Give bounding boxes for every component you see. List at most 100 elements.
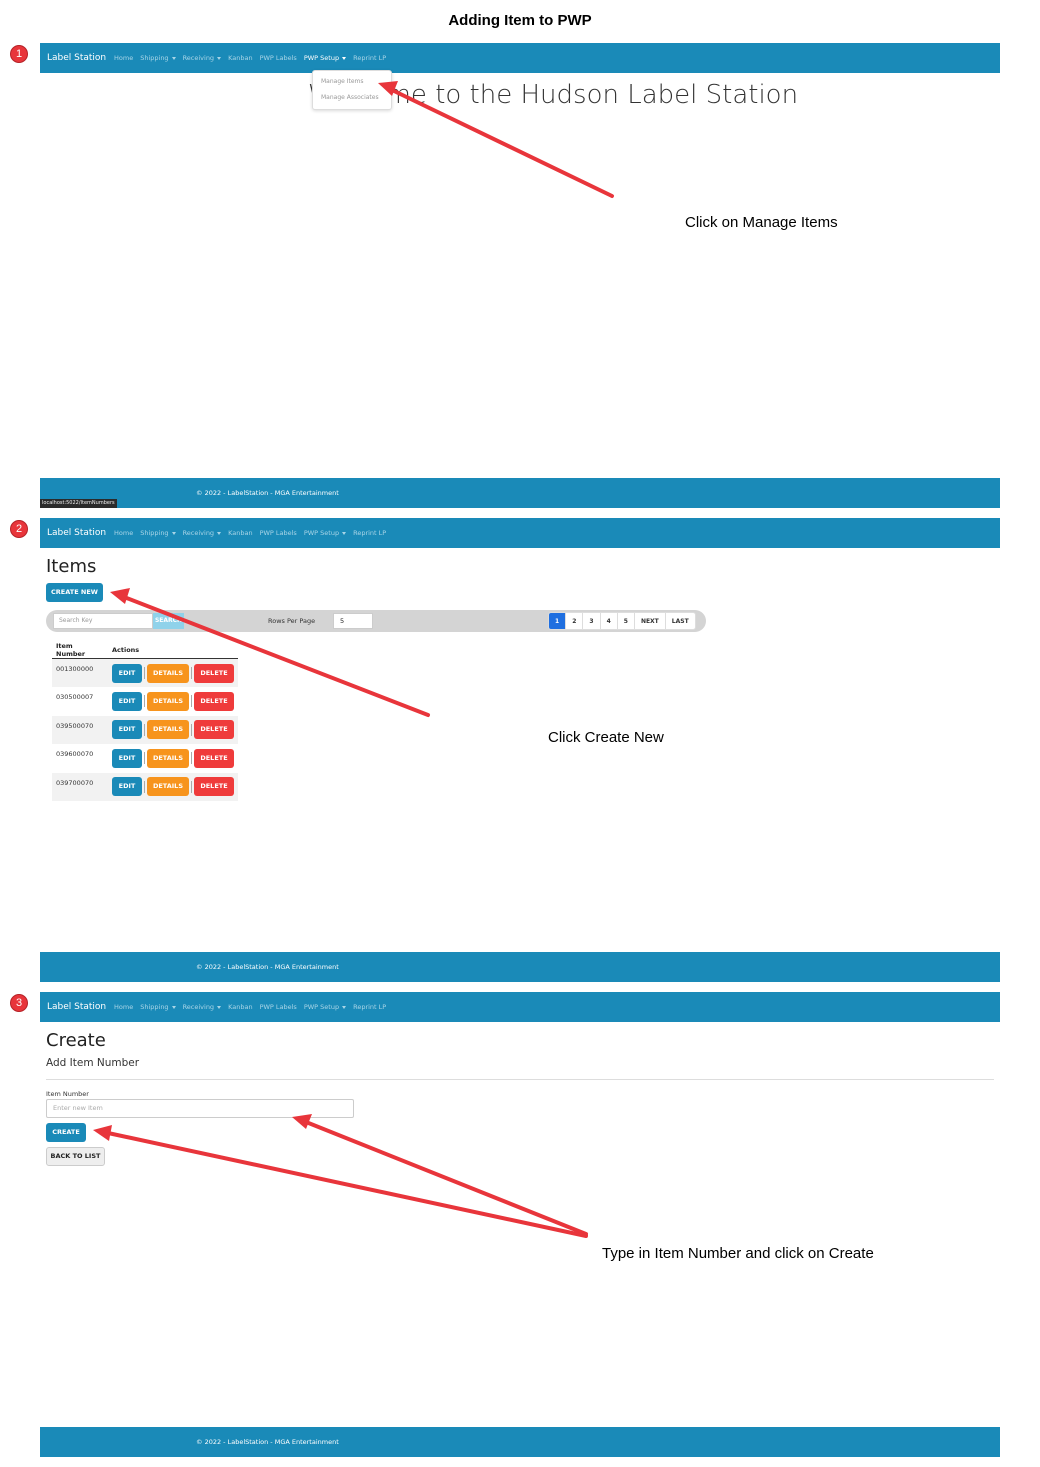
navbar: Label Station Home Shipping Receiving Ka… [40,518,1000,548]
nav-shipping[interactable]: Shipping [140,518,176,548]
page-1-button[interactable]: 1 [549,613,567,629]
footer: © 2022 - LabelStation - MGA Entertainmen… [40,478,1000,508]
brand-link[interactable]: Label Station [47,518,106,548]
page-3-button[interactable]: 3 [583,613,601,629]
nav-shipping[interactable]: Shipping [140,992,176,1022]
pagination: 1 2 3 4 5 NEXT LAST [548,612,696,630]
nav-menu: Home Shipping Receiving Kanban PWP Label… [114,992,386,1022]
item-number-cell: 030500007 [56,693,94,701]
action-separator [191,695,192,708]
page-subtitle: Add Item Number [46,1057,140,1069]
action-separator [191,723,192,736]
delete-button[interactable]: DELETE [194,748,234,768]
nav-home[interactable]: Home [114,518,133,548]
item-number-input[interactable]: Enter new Item [46,1099,354,1118]
page-2-button[interactable]: 2 [566,613,584,629]
search-button[interactable]: SEARCH [153,613,184,629]
table-row: 001300000 EDIT DETAILS DELETE [52,658,238,687]
edit-button[interactable]: EDIT [112,748,142,768]
step-3-badge: 3 [10,994,28,1012]
nav-pwp-labels[interactable]: PWP Labels [260,518,297,548]
search-toolbar: Search Key SEARCH Rows Per Page 5 1 2 3 … [46,610,706,632]
navbar: Label Station Home Shipping Receiving Ka… [40,43,1000,73]
action-separator [144,752,145,765]
last-page-button[interactable]: LAST [666,613,695,629]
nav-pwp-labels[interactable]: PWP Labels [260,992,297,1022]
step-2-annotation: Click Create New [548,729,664,746]
edit-button[interactable]: EDIT [112,663,142,683]
caret-down-icon [217,531,222,535]
page-title: Items [46,556,97,577]
action-separator [144,780,145,793]
details-button[interactable]: DETAILS [147,748,189,768]
details-button[interactable]: DETAILS [147,720,189,740]
delete-button[interactable]: DELETE [194,663,234,683]
step-1-annotation: Click on Manage Items [685,214,838,231]
table-row: 039600070 EDIT DETAILS DELETE [52,744,238,773]
footer-text: © 2022 - LabelStation - MGA Entertainmen… [196,963,339,971]
nav-receiving[interactable]: Receiving [183,43,222,73]
details-button[interactable]: DETAILS [147,691,189,711]
divider [46,1079,994,1080]
footer-text: © 2022 - LabelStation - MGA Entertainmen… [196,489,339,497]
delete-button[interactable]: DELETE [194,691,234,711]
nav-pwp-setup[interactable]: PWP Setup [304,518,347,548]
caret-down-icon [171,1005,176,1009]
caret-down-icon [342,531,347,535]
page-5-button[interactable]: 5 [618,613,635,629]
edit-button[interactable]: EDIT [112,720,142,740]
caret-down-icon [342,1005,347,1009]
action-separator [191,752,192,765]
rows-per-page-label: Rows Per Page [268,617,316,625]
delete-button[interactable]: DELETE [194,777,234,797]
back-to-list-button[interactable]: BACK TO LIST [46,1147,105,1166]
details-button[interactable]: DETAILS [147,663,189,683]
nav-kanban[interactable]: Kanban [228,992,252,1022]
caret-down-icon [171,531,176,535]
brand-link[interactable]: Label Station [47,992,106,1022]
nav-reprint-lp[interactable]: Reprint LP [353,518,386,548]
status-bar-url: localhost:5022/ItemNumbers [40,499,117,508]
nav-kanban[interactable]: Kanban [228,518,252,548]
nav-home[interactable]: Home [114,43,133,73]
create-new-button[interactable]: CREATE NEW [46,583,103,602]
nav-pwp-setup[interactable]: PWP Setup [304,992,347,1022]
caret-down-icon [217,56,222,60]
nav-pwp-setup[interactable]: PWP Setup [304,43,347,73]
page-4-button[interactable]: 4 [601,613,618,629]
step-3-screenshot: Label Station Home Shipping Receiving Ka… [40,992,1000,1457]
next-page-button[interactable]: NEXT [635,613,666,629]
nav-receiving[interactable]: Receiving [183,518,222,548]
document-title: Adding Item to PWP [448,12,592,29]
search-input[interactable]: Search Key [53,613,153,629]
step-1-screenshot: Label Station Home Shipping Receiving Ka… [40,43,1000,508]
details-button[interactable]: DETAILS [147,777,189,797]
item-number-label: Item Number [46,1090,89,1098]
nav-pwp-labels[interactable]: PWP Labels [260,43,297,73]
delete-button[interactable]: DELETE [194,720,234,740]
table-row: 039700070 EDIT DETAILS DELETE [52,772,238,801]
footer: © 2022 - LabelStation - MGA Entertainmen… [40,952,1000,982]
rows-per-page-input[interactable]: 5 [333,613,373,629]
create-button[interactable]: CREATE [46,1123,86,1142]
nav-receiving[interactable]: Receiving [183,992,222,1022]
action-separator [144,695,145,708]
edit-button[interactable]: EDIT [112,777,142,797]
nav-reprint-lp[interactable]: Reprint LP [353,992,386,1022]
header-actions: Actions [108,642,238,659]
item-number-cell: 039500070 [52,715,108,744]
header-item-number: Item Number [52,642,108,659]
menu-item-manage-associates[interactable]: Manage Associates [321,94,379,101]
edit-button[interactable]: EDIT [112,691,142,711]
nav-reprint-lp[interactable]: Reprint LP [353,43,386,73]
caret-down-icon [217,1005,222,1009]
nav-shipping[interactable]: Shipping [140,43,176,73]
nav-home[interactable]: Home [114,992,133,1022]
step-1-badge: 1 [10,45,28,63]
nav-kanban[interactable]: Kanban [228,43,252,73]
brand-link[interactable]: Label Station [47,43,106,73]
items-table: Item Number Actions 001300000 EDIT DETAI… [52,642,238,801]
menu-item-manage-items[interactable]: Manage Items [321,78,364,85]
step-2-screenshot: Label Station Home Shipping Receiving Ka… [40,518,1000,982]
footer-text: © 2022 - LabelStation - MGA Entertainmen… [196,1438,339,1446]
